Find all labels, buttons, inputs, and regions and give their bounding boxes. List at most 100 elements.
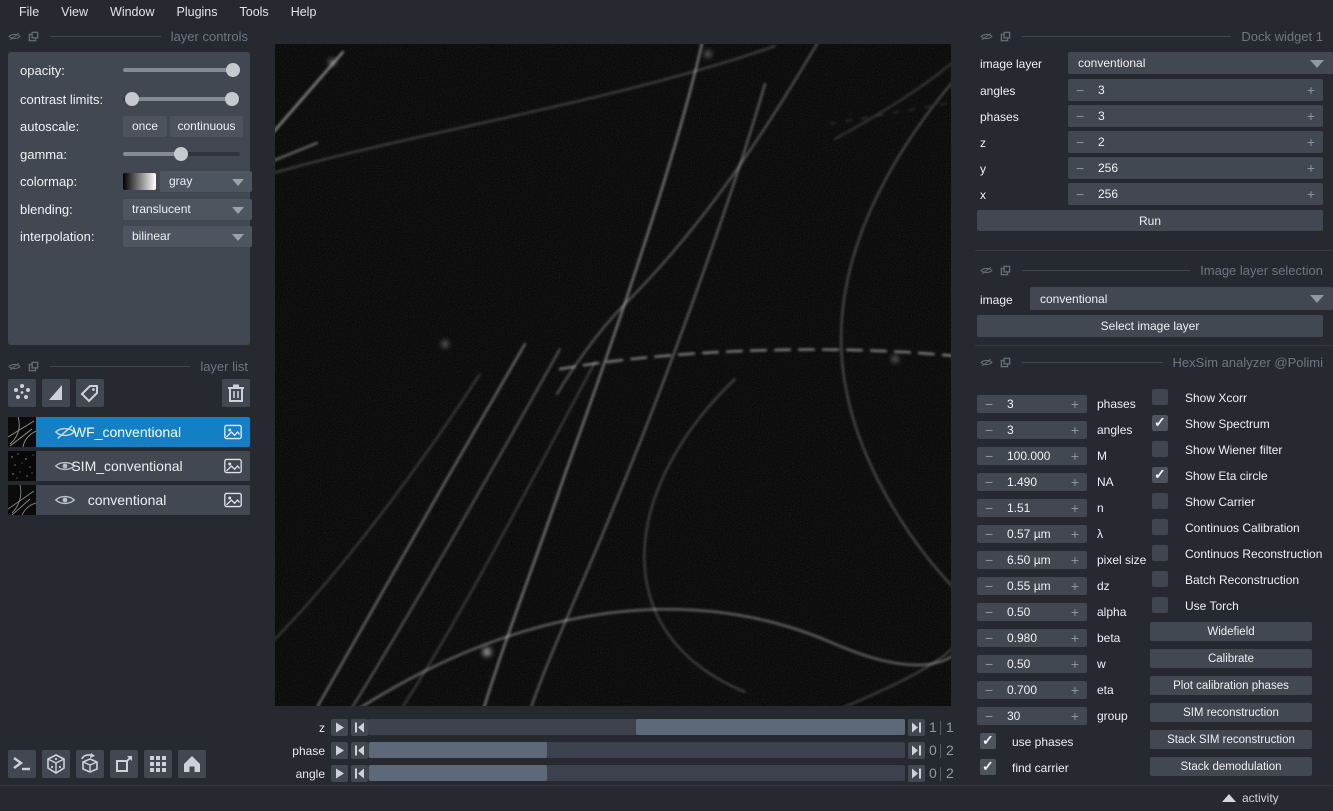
decrement-icon[interactable]	[985, 709, 993, 723]
dim-phase-play-button[interactable]	[331, 742, 348, 759]
hide-panel-eye-icon[interactable]	[8, 31, 21, 42]
increment-icon[interactable]	[1071, 657, 1079, 671]
continuos-calibration-checkbox[interactable]	[1152, 519, 1168, 535]
opacity-slider[interactable]	[123, 63, 240, 77]
grid-view-button[interactable]	[144, 750, 172, 778]
colormap-dropdown[interactable]: gray	[160, 171, 252, 192]
increment-icon[interactable]	[1071, 631, 1079, 645]
float-panel-icon[interactable]	[27, 31, 40, 42]
new-labels-layer-button[interactable]	[76, 379, 104, 407]
dim-phase-slider-handle[interactable]	[369, 742, 547, 758]
float-panel-icon[interactable]	[999, 265, 1012, 276]
widefield-button[interactable]: Widefield	[1150, 622, 1312, 641]
dim-angle-slider[interactable]	[368, 765, 905, 781]
dim-phase-skip-start-button[interactable]	[351, 742, 368, 759]
image-dropdown[interactable]: conventional	[1030, 287, 1333, 310]
increment-icon[interactable]	[1071, 527, 1079, 541]
z-spinbox[interactable]: 2	[1068, 131, 1323, 153]
hexsim-alpha-spinbox[interactable]: 0.50	[977, 603, 1087, 621]
increment-icon[interactable]	[1071, 605, 1079, 619]
autoscale-continuous-button[interactable]: continuous	[170, 116, 243, 137]
calibrate-button[interactable]: Calibrate	[1150, 649, 1312, 668]
increment-icon[interactable]	[1071, 501, 1079, 515]
increment-icon[interactable]	[1071, 709, 1079, 723]
dim-angle-skip-end-button[interactable]	[908, 765, 925, 782]
home-button[interactable]	[178, 750, 206, 778]
stack-demodulation-button[interactable]: Stack demodulation	[1150, 757, 1312, 776]
new-shapes-layer-button[interactable]	[42, 379, 70, 407]
x-spinbox[interactable]: 256	[1068, 183, 1323, 205]
hexsim-n-spinbox[interactable]: 1.51	[977, 499, 1087, 517]
menu-tools[interactable]: Tools	[229, 5, 280, 19]
decrement-icon[interactable]	[1076, 161, 1084, 175]
contrast-min-handle[interactable]	[125, 92, 139, 106]
increment-icon[interactable]	[1071, 423, 1079, 437]
sim-reconstruction-button[interactable]: SIM reconstruction	[1150, 703, 1312, 722]
interpolation-dropdown[interactable]: bilinear	[123, 226, 252, 247]
decrement-icon[interactable]	[985, 553, 993, 567]
angles-spinbox[interactable]: 3	[1068, 79, 1323, 101]
layer-row-wf-conventional[interactable]: WF_conventional	[8, 417, 250, 447]
opacity-slider-handle[interactable]	[226, 63, 240, 77]
increment-icon[interactable]	[1071, 475, 1079, 489]
float-panel-icon[interactable]	[27, 361, 40, 372]
hexsim-phases-spinbox[interactable]: 3	[977, 395, 1087, 413]
gamma-slider[interactable]	[123, 147, 240, 161]
contrast-max-handle[interactable]	[225, 92, 239, 106]
increment-icon[interactable]	[1071, 397, 1079, 411]
dim-z-slider-handle[interactable]	[636, 719, 905, 735]
dim-angle-slider-handle[interactable]	[369, 765, 547, 781]
layer-row-sim-conventional[interactable]: SIM_conventional	[8, 451, 250, 481]
increment-icon[interactable]	[1071, 449, 1079, 463]
select-image-layer-button[interactable]: Select image layer	[977, 315, 1323, 337]
menu-file[interactable]: File	[8, 5, 50, 19]
increment-icon[interactable]	[1071, 683, 1079, 697]
hexsim-angles-spinbox[interactable]: 3	[977, 421, 1087, 439]
hexsim-na-spinbox[interactable]: 1.490	[977, 473, 1087, 491]
menu-view[interactable]: View	[50, 5, 99, 19]
hexsim-lambda-spinbox[interactable]: 0.57 µm	[977, 525, 1087, 543]
layer-row-conventional[interactable]: conventional	[8, 485, 250, 515]
increment-icon[interactable]	[1307, 135, 1315, 149]
decrement-icon[interactable]	[985, 475, 993, 489]
batch-reconstruction-checkbox[interactable]	[1152, 571, 1168, 587]
increment-icon[interactable]	[1071, 553, 1079, 567]
decrement-icon[interactable]	[1076, 187, 1084, 201]
menu-help[interactable]: Help	[280, 5, 328, 19]
hexsim-group-spinbox[interactable]: 30	[977, 707, 1087, 725]
menu-window[interactable]: Window	[99, 5, 165, 19]
blending-dropdown[interactable]: translucent	[123, 199, 252, 220]
run-button[interactable]: Run	[977, 210, 1323, 231]
decrement-icon[interactable]	[985, 605, 993, 619]
dim-angle-skip-start-button[interactable]	[351, 765, 368, 782]
gamma-slider-handle[interactable]	[174, 147, 188, 161]
use-phases-checkbox[interactable]	[980, 733, 996, 749]
decrement-icon[interactable]	[1076, 83, 1084, 97]
hexsim-w-spinbox[interactable]: 0.50	[977, 655, 1087, 673]
hide-panel-eye-icon[interactable]	[980, 265, 993, 276]
ndisplay-toggle-button[interactable]	[42, 750, 70, 778]
dim-phase-skip-end-button[interactable]	[908, 742, 925, 759]
image-layer-dropdown[interactable]: conventional	[1068, 52, 1333, 74]
increment-icon[interactable]	[1307, 187, 1315, 201]
use-torch-checkbox[interactable]	[1152, 597, 1168, 613]
menu-plugins[interactable]: Plugins	[166, 5, 229, 19]
show-eta-circle-checkbox[interactable]	[1152, 467, 1168, 483]
increment-icon[interactable]	[1071, 579, 1079, 593]
plot-calibration-phases-button[interactable]: Plot calibration phases	[1150, 676, 1312, 695]
console-button[interactable]	[8, 750, 36, 778]
hexsim-beta-spinbox[interactable]: 0.980	[977, 629, 1087, 647]
hexsim-dz-spinbox[interactable]: 0.55 µm	[977, 577, 1087, 595]
decrement-icon[interactable]	[1076, 135, 1084, 149]
autoscale-once-button[interactable]: once	[123, 116, 167, 137]
decrement-icon[interactable]	[985, 501, 993, 515]
dim-z-slider[interactable]	[368, 719, 905, 735]
find-carrier-checkbox[interactable]	[980, 759, 996, 775]
continuos-reconstruction-checkbox[interactable]	[1152, 545, 1168, 561]
decrement-icon[interactable]	[985, 631, 993, 645]
increment-icon[interactable]	[1307, 83, 1315, 97]
show-wiener-filter-checkbox[interactable]	[1152, 441, 1168, 457]
decrement-icon[interactable]	[985, 397, 993, 411]
transpose-dimensions-button[interactable]	[110, 750, 138, 778]
delete-layer-button[interactable]	[222, 379, 250, 407]
